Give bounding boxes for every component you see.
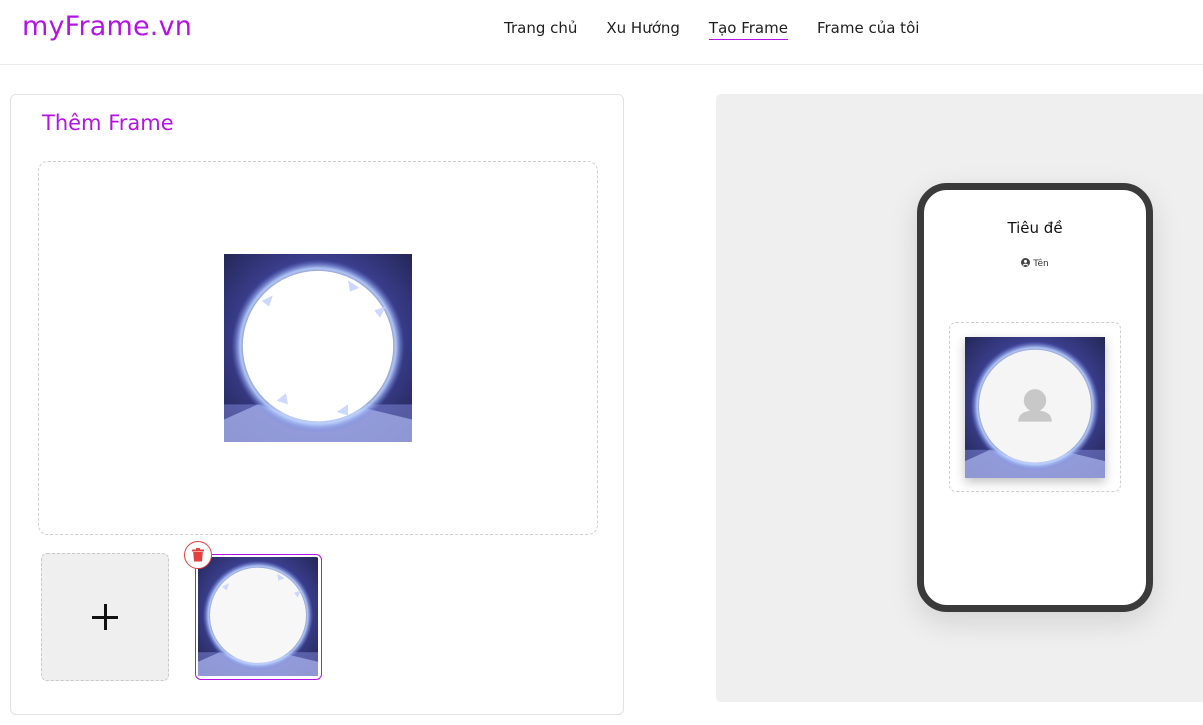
frame-drop-zone[interactable] [38,161,598,535]
phone-mockup: Tiêu đề Tên [917,183,1153,612]
add-frame-card: Thêm Frame [10,94,624,715]
preview-author: Tên [924,258,1146,269]
delete-frame-button[interactable] [184,541,212,569]
site-logo[interactable]: myFrame.vn [22,11,192,42]
top-navbar: myFrame.vn Trang chủ Xu Hướng Tạo Frame … [0,0,1203,65]
nav-create-frame[interactable]: Tạo Frame [708,19,788,40]
card-title: Thêm Frame [42,111,174,135]
frame-preview-image [224,254,412,442]
user-circle-icon [1021,258,1031,267]
main-nav: Trang chủ Xu Hướng Tạo Frame Frame của t… [504,19,919,40]
nav-my-frames[interactable]: Frame của tôi [817,19,919,40]
add-frame-button[interactable] [41,553,169,681]
preview-avatar-with-frame [965,337,1105,478]
nav-home[interactable]: Trang chủ [504,19,577,40]
preview-frame-box [949,322,1121,492]
preview-title: Tiêu đề [1007,219,1063,237]
plus-icon [92,604,118,630]
frame-thumbnail-selected[interactable] [195,554,322,680]
frame-thumbnail-image [198,557,319,677]
nav-trending[interactable]: Xu Hướng [606,19,680,40]
preview-author-name: Tên [1033,259,1049,269]
trash-icon [192,548,204,562]
phone-preview-panel: Tiêu đề Tên [716,94,1203,702]
